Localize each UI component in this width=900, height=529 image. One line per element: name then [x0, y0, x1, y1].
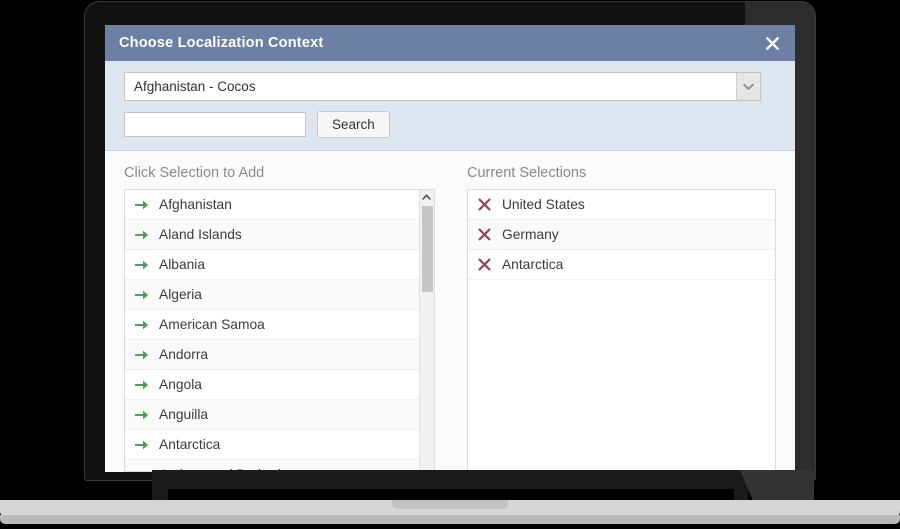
row-label: Afghanistan: [159, 197, 232, 212]
row-action-icon: [478, 198, 496, 211]
row-label: Anguilla: [159, 407, 209, 422]
row-action-icon: [135, 469, 153, 471]
row-action-icon: [135, 409, 153, 421]
selection-list-item[interactable]: United States: [467, 190, 775, 220]
laptop-hinge-slot: [168, 489, 734, 500]
remove-x-icon: [478, 258, 491, 271]
row-action-icon: [135, 289, 153, 301]
available-list-box: Afghanistan Aland Islands Albania Algeria Am…: [124, 189, 435, 472]
green-arrow-right-icon: [135, 200, 149, 209]
available-list-item[interactable]: American Samoa: [125, 310, 434, 340]
green-arrow-right-icon: [135, 320, 149, 329]
remove-x-icon: [478, 198, 491, 211]
selections-list: United States Germany Antarctica: [467, 190, 775, 280]
row-label: Albania: [159, 257, 206, 272]
row-action-icon: [135, 199, 153, 211]
row-label: United States: [501, 197, 585, 212]
selections-list-scroll: United States Germany Antarctica: [467, 190, 775, 471]
row-action-icon: [135, 319, 153, 331]
available-list-item[interactable]: Afghanistan: [125, 190, 434, 220]
row-label: Algeria: [159, 287, 202, 302]
available-panel: Click Selection to Add Afghanistan Aland …: [124, 165, 435, 472]
available-panel-label: Click Selection to Add: [124, 165, 265, 181]
remove-x-icon: [478, 228, 491, 241]
dialog-title: Choose Localization Context: [119, 35, 324, 51]
available-list-item[interactable]: Angola: [125, 370, 434, 400]
context-select-arrow-button[interactable]: [736, 73, 760, 100]
green-arrow-right-icon: [135, 230, 149, 239]
row-label: Antarctica: [501, 257, 564, 272]
selections-panel-label: Current Selections: [466, 165, 587, 181]
green-arrow-right-icon: [135, 260, 149, 269]
row-action-icon: [478, 258, 496, 271]
row-label: Antarctica: [159, 437, 221, 452]
selection-list-item[interactable]: Germany: [467, 220, 775, 250]
search-row: Search: [124, 111, 783, 138]
available-list-item[interactable]: Aland Islands: [125, 220, 434, 250]
row-action-icon: [135, 379, 153, 391]
search-input[interactable]: [124, 112, 306, 137]
dialog-body: Click Selection to Add Afghanistan Aland …: [105, 151, 795, 472]
selection-list-item[interactable]: Antarctica: [467, 250, 775, 280]
green-arrow-right-icon: [143, 470, 145, 471]
row-label: Andorra: [159, 347, 209, 362]
chevron-up-icon: [422, 194, 432, 200]
close-icon: [765, 36, 779, 50]
row-label: Angola: [159, 377, 202, 392]
row-label: Germany: [501, 227, 559, 242]
row-action-icon: [135, 349, 153, 361]
close-dialog-button[interactable]: [761, 32, 783, 54]
green-arrow-right-icon: [135, 350, 149, 359]
available-list-item[interactable]: Anguilla: [125, 400, 434, 430]
laptop-trackpad-notch: [392, 500, 508, 509]
screenshot-stage: Choose Localization Context Afghanistan …: [0, 0, 900, 529]
green-arrow-right-icon: [135, 440, 149, 449]
green-arrow-right-icon: [135, 380, 149, 389]
scrollbar-thumb[interactable]: [421, 206, 433, 292]
available-list-item[interactable]: Antarctica: [125, 430, 434, 460]
row-action-icon: [135, 259, 153, 271]
laptop-screen: Choose Localization Context Afghanistan …: [105, 25, 795, 472]
search-button[interactable]: Search: [317, 111, 390, 138]
context-select[interactable]: Afghanistan - Cocos: [124, 72, 761, 101]
available-list-scrollbar[interactable]: [418, 190, 434, 471]
available-list-item[interactable]: Algeria: [125, 280, 434, 310]
row-action-icon: [135, 439, 153, 451]
available-list: Afghanistan Aland Islands Albania Algeria Am…: [125, 190, 434, 471]
available-list-item[interactable]: Andorra: [125, 340, 434, 370]
localization-context-dialog: Choose Localization Context Afghanistan …: [105, 25, 795, 472]
laptop-hinge-right: [740, 470, 814, 502]
row-action-icon: [478, 228, 496, 241]
context-select-value: Afghanistan - Cocos: [134, 79, 256, 94]
row-label: Aland Islands: [159, 227, 242, 242]
row-label: American Samoa: [159, 317, 265, 332]
selections-panel: Current Selections United States Germany A…: [466, 165, 776, 472]
dialog-titlebar: Choose Localization Context: [105, 25, 795, 61]
chevron-down-icon: [743, 83, 754, 90]
available-list-item[interactable]: Albania: [125, 250, 434, 280]
green-arrow-right-icon: [135, 410, 149, 419]
dialog-header-band: Afghanistan - Cocos Search: [105, 61, 795, 151]
scrollbar-up-button[interactable]: [419, 190, 434, 204]
row-action-icon: [135, 229, 153, 241]
selections-list-box: United States Germany Antarctica: [466, 189, 776, 472]
laptop-base-lip: [0, 515, 900, 524]
green-arrow-right-icon: [135, 290, 149, 299]
available-list-scroll: Afghanistan Aland Islands Albania Algeria Am…: [125, 190, 434, 471]
